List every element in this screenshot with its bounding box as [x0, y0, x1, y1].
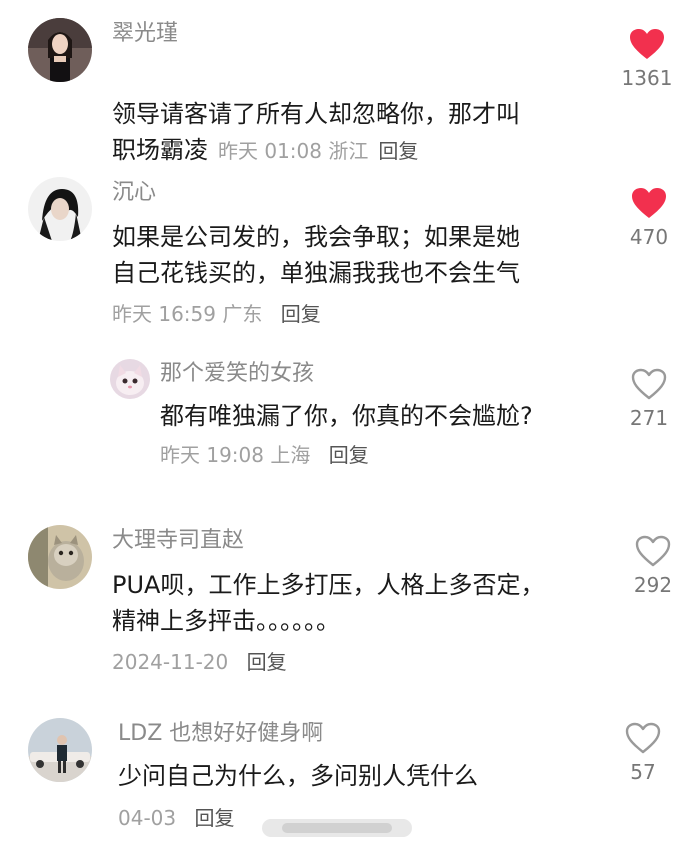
comment-text: 少问自己为什么，多问别人凭什么 [118, 762, 478, 790]
like-count: 470 [629, 225, 669, 249]
reply-button[interactable]: 回复 [378, 139, 418, 163]
comment-text: 都有唯独漏了你，你真的不会尴尬? [160, 402, 533, 430]
like-button[interactable]: 57 [613, 722, 673, 784]
comment-text: 如果是公司发的，我会争取；如果是她 自己花钱买的，单独漏我我也不会生气 [112, 223, 520, 287]
heart-outline-icon [635, 535, 671, 567]
heart-filled-icon [632, 188, 666, 218]
comment-time: 昨天 01:08 [218, 139, 322, 163]
comment-location: 浙江 [328, 139, 369, 163]
like-count: 1361 [621, 66, 673, 90]
avatar[interactable] [28, 525, 92, 589]
username[interactable]: 沉心 [112, 179, 156, 207]
reply-button[interactable]: 回复 [281, 302, 321, 326]
comment-time: 04-03 [118, 806, 177, 830]
watermark [262, 815, 412, 841]
comment-location: 上海 [270, 443, 311, 467]
username[interactable]: 大理寺司直赵 [112, 527, 244, 555]
heart-outline-icon [625, 722, 661, 754]
reply-button[interactable]: 回复 [329, 443, 369, 467]
comment-meta: 04-03 回复 [118, 804, 234, 832]
avatar[interactable] [28, 718, 92, 782]
comment-time: 昨天 16:59 [112, 302, 216, 326]
comment-meta: 昨天 16:59 广东 回复 [112, 300, 321, 328]
like-count: 292 [633, 573, 673, 597]
comment-time: 2024-11-20 [112, 650, 229, 674]
like-count: 271 [629, 406, 669, 430]
avatar[interactable] [28, 177, 92, 241]
avatar[interactable] [110, 359, 150, 399]
comment-text: 领导请客请了所有人却忽略你，那才叫 职场霸凌 昨天 01:08 浙江 回复 [112, 60, 582, 169]
avatar[interactable] [28, 18, 92, 82]
heart-outline-icon [631, 368, 667, 400]
like-button[interactable]: 470 [619, 187, 679, 249]
like-button[interactable]: 292 [623, 535, 683, 597]
comment-location: 广东 [222, 302, 263, 326]
like-button[interactable]: 271 [619, 368, 679, 430]
username[interactable]: LDZ 也想好好健身啊 [118, 720, 323, 748]
heart-filled-icon [630, 29, 664, 59]
comment-text: PUA呗，工作上多打压，人格上多否定， 精神上多抨击。。。。。。 [112, 571, 545, 635]
like-count: 57 [630, 760, 656, 784]
comment-meta: 2024-11-20 回复 [112, 648, 287, 676]
username[interactable]: 那个爱笑的女孩 [160, 360, 314, 388]
username[interactable]: 翠光瑾 [112, 20, 178, 48]
comment-time: 昨天 19:08 [160, 443, 264, 467]
comment-meta: 昨天 19:08 上海 回复 [160, 441, 369, 469]
reply-button[interactable]: 回复 [247, 650, 287, 674]
reply-button[interactable]: 回复 [194, 806, 234, 830]
comment-meta: 昨天 01:08 浙江 回复 [218, 139, 418, 163]
like-button[interactable]: 1361 [617, 28, 677, 90]
